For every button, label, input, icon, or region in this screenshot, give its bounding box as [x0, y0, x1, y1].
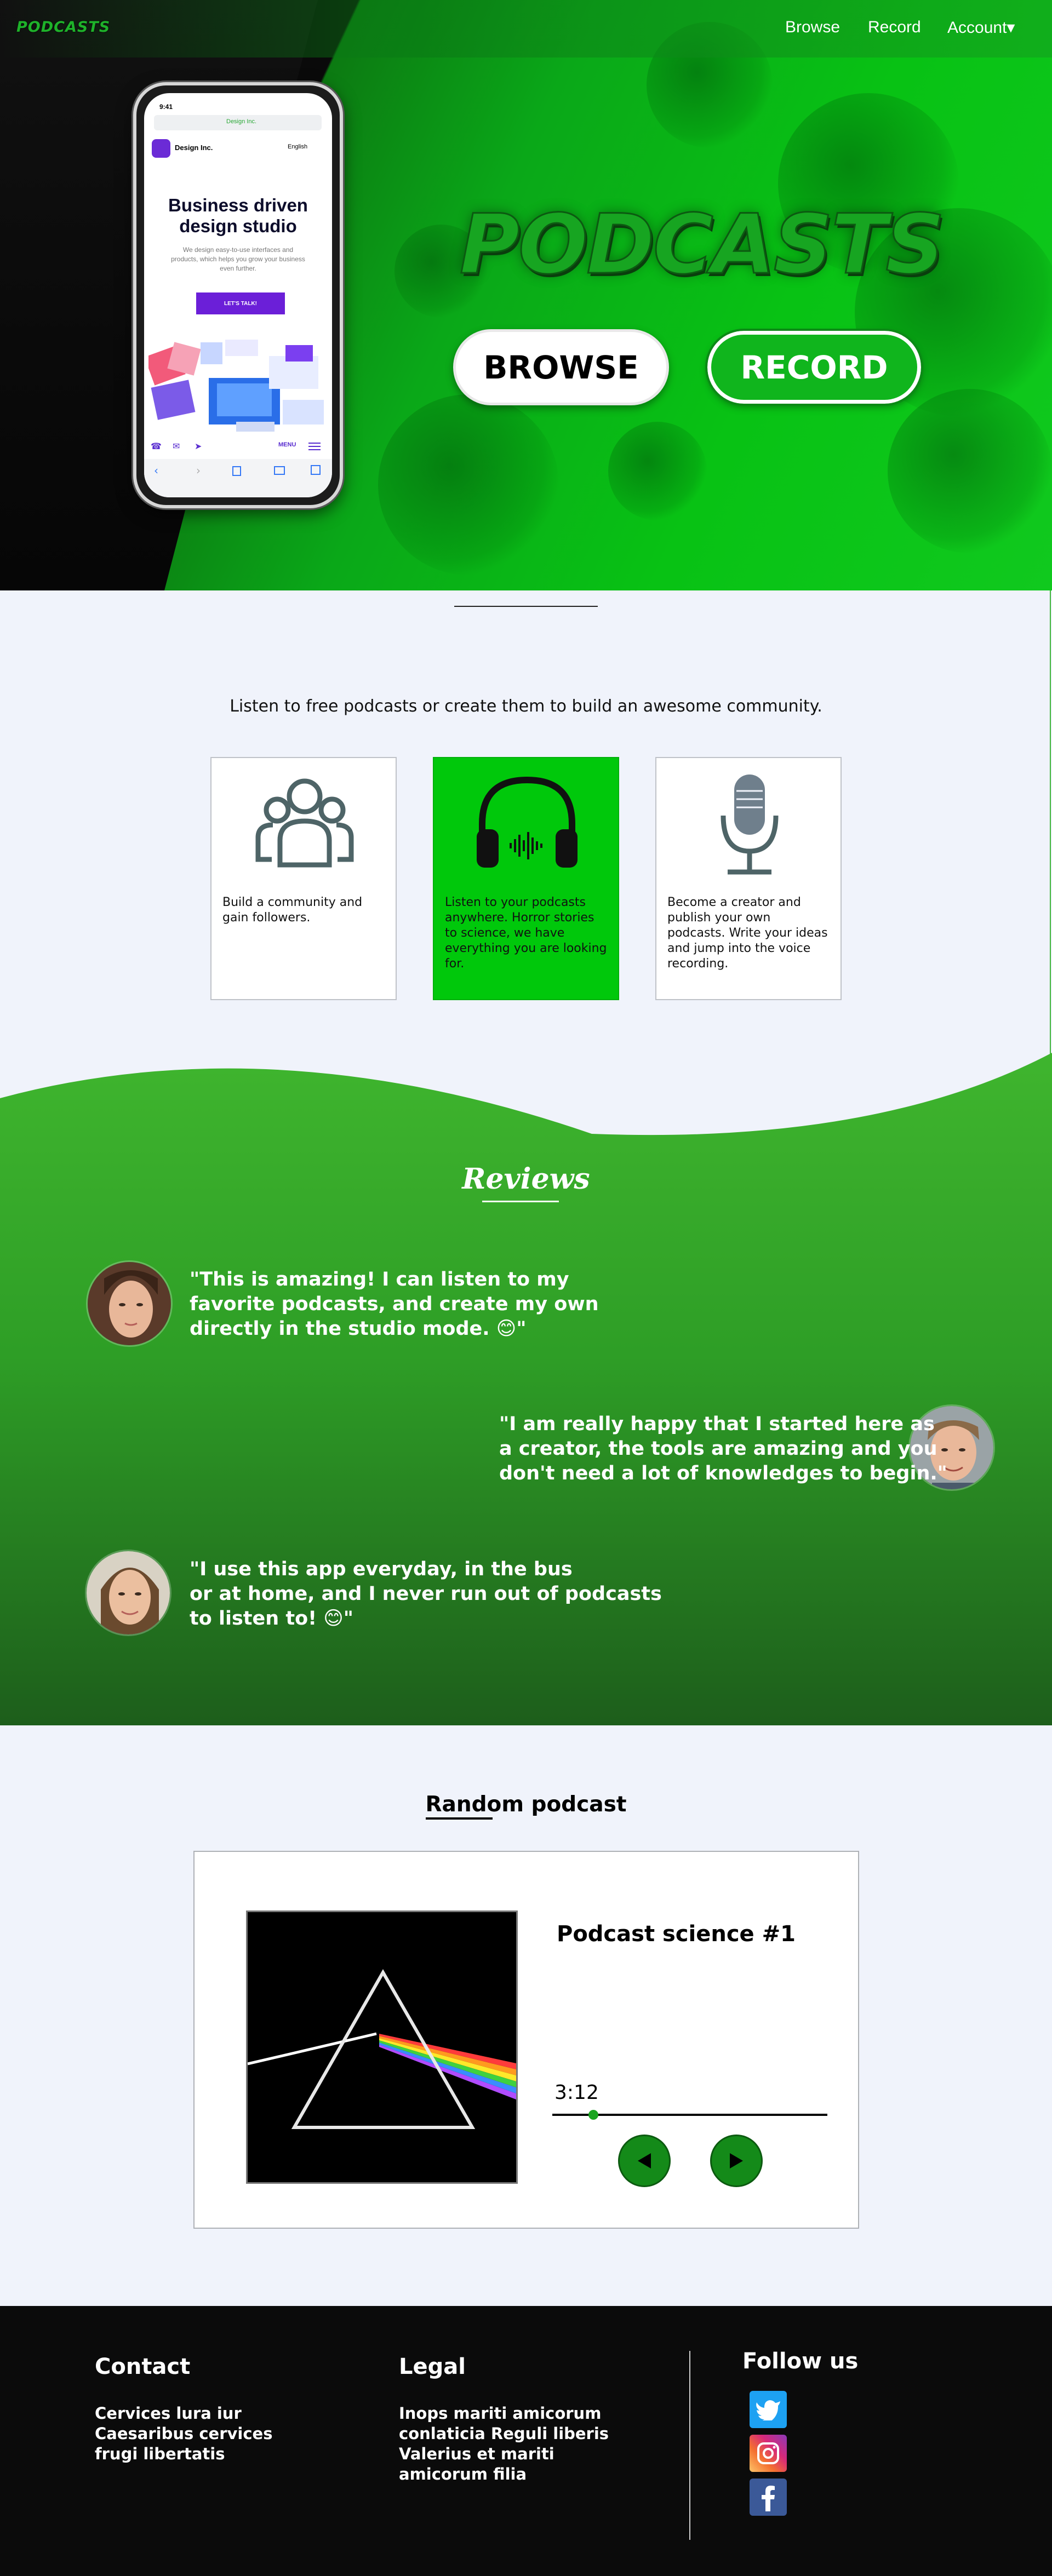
legal-text: Inops mariti amicorum conlaticia Reguli … [399, 2403, 609, 2485]
phone-brand-icon [152, 139, 170, 158]
phone-cta-label: LET'S TALK! [224, 300, 257, 307]
review-line: to listen to! 😊" [190, 1608, 354, 1630]
feature-card-text: Build a community and gain followers. [222, 896, 363, 925]
reviews-title: Reviews [462, 1162, 590, 1196]
phone-brand: Design Inc. [175, 144, 213, 152]
feature-card-create: Become a creator and publish your own po… [655, 757, 842, 1000]
review-line: "I use this app everyday, in the bus [190, 1558, 573, 1580]
play-icon [730, 2153, 743, 2168]
legal-line[interactable]: conlaticia Reguli liberis [399, 2424, 609, 2444]
contact-line: Caesaribus cervices [95, 2424, 273, 2443]
community-icon [255, 778, 354, 868]
review-quote: "This is amazing! I can listen to my fav… [190, 1267, 599, 1341]
play-button[interactable] [710, 2135, 763, 2187]
twitter-icon [756, 2400, 780, 2420]
podcast-cover-art[interactable] [246, 1911, 518, 2184]
random-podcast-title: Random podcast [425, 1792, 627, 1817]
follow-heading: Follow us [742, 2349, 859, 2374]
review-line: favorite podcasts, and create my own [190, 1293, 599, 1315]
review-quote: "I use this app everyday, in the bus or … [190, 1557, 662, 1631]
browse-button[interactable]: BROWSE [453, 329, 669, 405]
phone-menu-label: MENU [278, 441, 296, 448]
phone-clock: 9:41 [159, 103, 173, 111]
microphone-icon [721, 774, 779, 875]
reviewer-photo [87, 1551, 170, 1634]
reviews-title-underline [482, 1201, 559, 1202]
playback-time: 3:12 [554, 2081, 599, 2104]
reviewer-photo [88, 1262, 171, 1345]
contact-heading: Contact [95, 2354, 191, 2379]
legal-line[interactable]: Inops mariti amicorum [399, 2403, 609, 2424]
review-line: or at home, and I never run out of podca… [190, 1583, 662, 1605]
phone-url: Design Inc. [226, 118, 257, 125]
phone-url-bar: Design Inc. [154, 115, 322, 130]
footer-divider [689, 2351, 690, 2540]
review-line: don't need a lot of knowledges to begin.… [499, 1462, 947, 1484]
contact-line: Cervices lura iur [95, 2404, 242, 2423]
record-button[interactable]: RECORD [705, 329, 923, 406]
random-podcast-underline [426, 1817, 493, 1820]
phone-safari-toolbar: ‹ › [144, 459, 332, 497]
nav-record[interactable]: Record [868, 18, 921, 37]
phone-heading: Business driven design studio [168, 195, 308, 236]
svg-text:☎: ☎ [151, 441, 162, 451]
feature-card-text: Listen to your podcasts anywhere. Horror… [445, 896, 607, 971]
instagram-link[interactable] [750, 2435, 787, 2472]
prism-artwork [247, 1969, 516, 2129]
review-quote: "I am really happy that I started here a… [499, 1412, 947, 1486]
intro-text: Listen to free podcasts or create them t… [230, 697, 822, 716]
hero-title: PODCASTS [459, 197, 946, 294]
feature-card-community: Build a community and gain followers. [210, 757, 397, 1000]
twitter-link[interactable] [750, 2391, 787, 2428]
hero-section: PODCASTS Browse Record Account▾ 9:41 Des… [0, 0, 1052, 590]
instagram-icon [757, 2442, 779, 2464]
review-line: a creator, the tools are amazing and you [499, 1438, 937, 1460]
review-line: "I am really happy that I started here a… [499, 1413, 935, 1435]
headphones-icon [477, 776, 578, 868]
svg-text:✉: ✉ [173, 441, 180, 451]
contact-text: Cervices lura iur Caesaribus cervices fr… [95, 2403, 272, 2464]
site-logo[interactable]: PODCASTS [16, 19, 110, 36]
feature-card-text: Become a creator and publish your own po… [667, 896, 828, 971]
right-edge-line [1050, 590, 1051, 1083]
play-reverse-icon [638, 2153, 651, 2168]
phone-screen: 9:41 Design Inc. Design Inc. English Bus… [144, 93, 332, 497]
legal-line[interactable]: Valerius et mariti [399, 2444, 609, 2464]
safari-toolbar-icons: ‹ › [154, 464, 321, 477]
phone-bottom-bar: ☎ ✉ ➤ [151, 441, 321, 451]
section-divider [454, 606, 598, 607]
svg-text:›: › [196, 464, 201, 477]
facebook-icon [762, 2486, 775, 2511]
phone-illustration [148, 340, 324, 432]
legal-line[interactable]: amicorum filia [399, 2464, 609, 2485]
svg-text:‹: ‹ [154, 464, 158, 477]
avatar [85, 1550, 171, 1636]
contact-line: frugi libertatis [95, 2445, 225, 2463]
hero-bubble [378, 394, 559, 575]
phone-cta-button: LET'S TALK! [196, 292, 285, 314]
review-line: directly in the studio mode. 😊" [190, 1318, 527, 1340]
episode-title: Podcast science #1 [557, 1921, 796, 1947]
previous-button[interactable] [618, 2135, 671, 2187]
legal-heading: Legal [399, 2354, 466, 2379]
phone-language: English [288, 144, 308, 150]
phone-mockup: 9:41 Design Inc. Design Inc. English Bus… [133, 82, 343, 508]
svg-text:➤: ➤ [195, 441, 202, 451]
phone-body: We design easy-to-use interfaces and pro… [171, 246, 305, 272]
review-line: "This is amazing! I can listen to my [190, 1269, 569, 1290]
avatar [86, 1260, 173, 1347]
hero-bubble [608, 422, 707, 520]
nav-browse[interactable]: Browse [785, 18, 840, 37]
nav-account-dropdown[interactable]: Account▾ [947, 18, 1015, 37]
facebook-link[interactable] [750, 2479, 787, 2516]
feature-card-listen: Listen to your podcasts anywhere. Horror… [433, 757, 619, 1000]
